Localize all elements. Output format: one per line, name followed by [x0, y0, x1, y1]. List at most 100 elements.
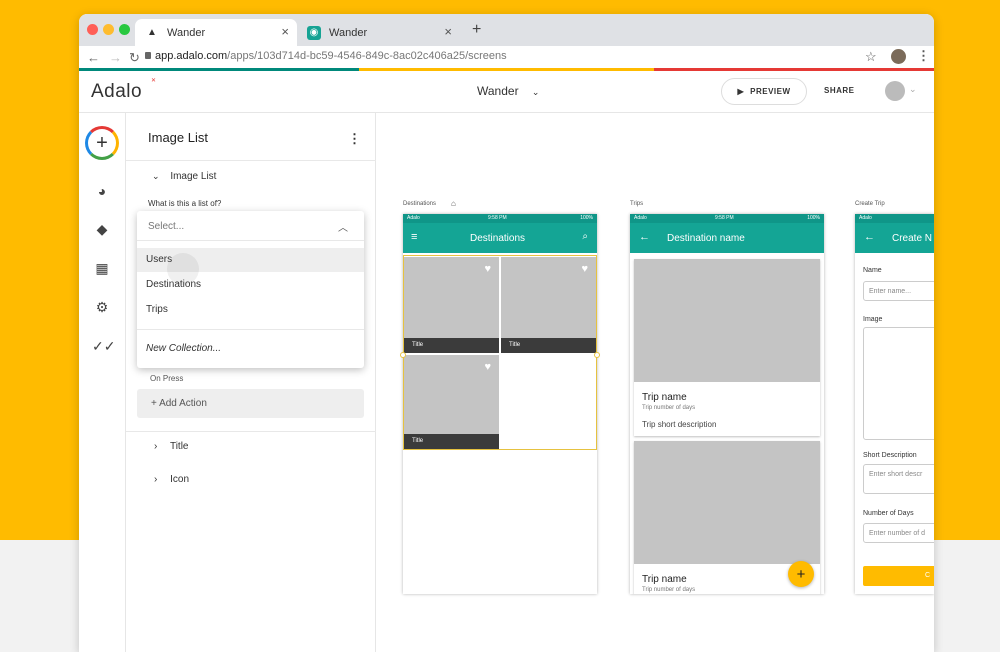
- project-switcher[interactable]: Wander ⌄: [477, 84, 539, 98]
- reload-icon[interactable]: ↻: [129, 50, 140, 66]
- home-icon: ⌂: [451, 199, 456, 208]
- add-action-button[interactable]: + Add Action: [137, 389, 364, 418]
- image-picker[interactable]: [863, 327, 934, 440]
- back-arrow-icon[interactable]: ←: [87, 50, 100, 65]
- database-icon[interactable]: ▦: [92, 260, 112, 280]
- chevron-right-icon: ›: [154, 474, 158, 485]
- heart-icon[interactable]: ♥: [484, 263, 491, 275]
- back-arrow-icon[interactable]: ←: [639, 231, 650, 243]
- screen-label-destinations[interactable]: Destinations: [403, 201, 436, 207]
- heart-icon[interactable]: ♥: [581, 263, 588, 275]
- select-field[interactable]: Select... ︿: [137, 211, 364, 241]
- browser-window: ▲ Wander × ◉ Wander × + ← → ↻ app.adalo.…: [79, 14, 934, 652]
- panel-title: Image List: [148, 130, 208, 145]
- checks-icon[interactable]: ✓✓: [92, 338, 115, 358]
- add-trip-fab[interactable]: +: [788, 561, 814, 587]
- resize-handle[interactable]: [400, 352, 406, 358]
- profile-avatar-icon[interactable]: [891, 49, 906, 64]
- add-component-button[interactable]: +: [85, 126, 119, 160]
- group-icon[interactable]: › Icon: [154, 474, 189, 485]
- collection-dropdown[interactable]: Select... ︿ Users Destinations Trips New…: [137, 211, 364, 368]
- card-subtitle: Trip number of days: [642, 587, 696, 593]
- tab-wander[interactable]: ◉ Wander ×: [297, 19, 460, 46]
- app-bar: ≡ Destinations ⌕: [403, 223, 597, 253]
- app-bar: ← Destination name: [630, 223, 824, 253]
- close-window-icon[interactable]: [87, 24, 98, 35]
- screen-label-trips[interactable]: Trips: [630, 201, 643, 207]
- url-field[interactable]: app.adalo.com/apps/103d714d-bc59-4546-84…: [155, 50, 507, 62]
- tile-caption: Title: [404, 434, 499, 449]
- app-bar-title: Create N: [892, 233, 933, 244]
- group-title[interactable]: › Title: [154, 441, 188, 452]
- chevron-down-icon: ⌄: [152, 171, 160, 181]
- new-tab-button[interactable]: +: [472, 21, 481, 39]
- maximize-window-icon[interactable]: [119, 24, 130, 35]
- select-placeholder: Select...: [148, 221, 185, 232]
- layers-icon[interactable]: ◆: [92, 221, 112, 241]
- close-tab-icon[interactable]: ×: [281, 24, 289, 39]
- group-label: Icon: [170, 474, 190, 485]
- adalo-favicon-icon: ▲: [147, 27, 157, 38]
- account-chevron-icon[interactable]: ⌄: [909, 84, 917, 95]
- list-tile[interactable]: ♥ Title: [404, 257, 499, 353]
- carrier: Adalo: [634, 215, 647, 221]
- option-new-collection[interactable]: New Collection...: [137, 337, 364, 361]
- url-path: /apps/103d714d-bc59-4546-849c-8ac02c406a…: [227, 50, 507, 62]
- wander-favicon-icon: ◉: [307, 25, 321, 40]
- status-bar: Adalo 9:58 PM 100%: [630, 214, 824, 223]
- close-tab-icon[interactable]: ×: [444, 24, 452, 39]
- status-bar: Adalo 9:58 PM 100%: [403, 214, 597, 223]
- card-description: Trip short description: [642, 420, 717, 429]
- card-subtitle: Trip number of days: [642, 405, 696, 411]
- tab-wander-active[interactable]: ▲ Wander ×: [135, 19, 297, 46]
- image-label: Image: [863, 316, 883, 323]
- screens-canvas[interactable]: Destinations ⌂ Adalo 9:58 PM 100% ≡ Dest…: [376, 113, 934, 652]
- user-avatar-icon[interactable]: [885, 81, 905, 101]
- card-title: Trip name: [642, 574, 687, 585]
- divider: [137, 329, 364, 330]
- option-destinations[interactable]: Destinations: [137, 273, 364, 297]
- heart-icon[interactable]: ♥: [484, 361, 491, 373]
- tab-title: Wander: [167, 26, 206, 39]
- option-trips[interactable]: Trips: [137, 298, 364, 322]
- screen-create-trip[interactable]: Adalo ← Create N Name Enter name... Imag…: [855, 214, 934, 594]
- resize-handle[interactable]: [594, 352, 600, 358]
- back-arrow-icon[interactable]: ←: [864, 231, 875, 243]
- forward-arrow-icon[interactable]: →: [109, 50, 122, 65]
- minimize-window-icon[interactable]: [103, 24, 114, 35]
- time: 9:58 PM: [715, 215, 734, 221]
- section-image-list[interactable]: ⌄ Image List: [152, 171, 216, 182]
- status-bar: Adalo: [855, 214, 934, 223]
- name-label: Name: [863, 267, 882, 274]
- screen-label-create-trip[interactable]: Create Trip: [855, 201, 885, 207]
- adalo-logo[interactable]: Adalo: [91, 81, 142, 103]
- bookmark-star-icon[interactable]: ☆: [865, 49, 877, 65]
- search-icon[interactable]: ⌕: [582, 231, 588, 242]
- list-tile[interactable]: ♥ Title: [501, 257, 596, 353]
- carrier: Adalo: [859, 215, 872, 221]
- share-button[interactable]: SHARE: [824, 86, 855, 95]
- gear-icon[interactable]: ⚙: [92, 299, 112, 319]
- create-trip-button[interactable]: C: [863, 566, 934, 586]
- divider: [126, 431, 376, 432]
- list-tile[interactable]: ♥ Title: [404, 355, 499, 449]
- tile-caption: Title: [501, 338, 596, 353]
- more-options-icon[interactable]: ⋮: [348, 131, 361, 147]
- menu-icon[interactable]: ≡: [411, 231, 417, 243]
- preview-button[interactable]: ▶ PREVIEW: [721, 78, 807, 105]
- short-description-input[interactable]: Enter short descr: [863, 464, 934, 494]
- short-description-label: Short Description: [863, 452, 917, 459]
- screen-destinations[interactable]: Adalo 9:58 PM 100% ≡ Destinations ⌕ ♥ Ti…: [403, 214, 597, 594]
- battery: 100%: [580, 215, 593, 221]
- tab-title: Wander: [329, 26, 368, 39]
- card-image: [634, 441, 820, 564]
- card-title: Trip name: [642, 392, 687, 403]
- palette-icon[interactable]: ◕: [92, 183, 112, 203]
- browser-menu-icon[interactable]: ⋮: [917, 48, 930, 64]
- trip-card[interactable]: Trip name Trip number of days Trip short…: [634, 259, 820, 436]
- carrier: Adalo: [407, 215, 420, 221]
- name-input[interactable]: Enter name...: [863, 281, 934, 301]
- number-of-days-input[interactable]: Enter number of d: [863, 523, 934, 543]
- screen-trips[interactable]: Adalo 9:58 PM 100% ← Destination name Tr…: [630, 214, 824, 594]
- url-host: app.adalo.com: [155, 50, 228, 62]
